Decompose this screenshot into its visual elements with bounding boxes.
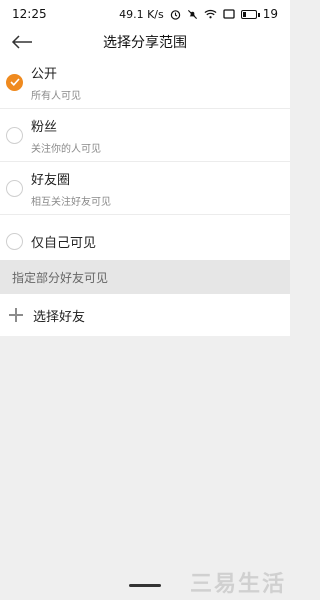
option-label: 粉丝 [31,119,58,135]
option-friends-circle[interactable]: 好友圈 相互关注好友可见 [0,162,290,215]
option-sub: 相互关注好友可见 [31,196,111,208]
screen-icon [223,9,235,19]
page-title: 选择分享范围 [103,35,187,51]
home-indicator[interactable] [129,584,161,587]
mute-icon [187,9,198,20]
wifi-icon [204,9,217,19]
option-fans[interactable]: 粉丝 关注你的人可见 [0,109,290,162]
radio-checked[interactable] [6,73,23,91]
option-label: 公开 [31,66,58,82]
battery-icon [240,9,260,19]
plus-icon [9,308,23,322]
radio-unchecked[interactable] [6,126,23,144]
watermark: 三易生活 [189,572,286,597]
option-sub: 关注你的人可见 [31,143,101,155]
radio-unchecked[interactable] [6,179,23,197]
back-button[interactable] [10,31,34,53]
network-speed: 49.1 K/s [119,7,164,21]
share-scope-list: 公开 所有人可见 粉丝 关注你的人可见 好友圈 相互关注好友可见 仅自己可见 [0,56,290,267]
option-public[interactable]: 公开 所有人可见 [0,56,290,109]
title-bar: 选择分享范围 [0,28,290,56]
check-icon [9,78,20,86]
back-arrow-icon [11,35,32,49]
status-bar: 12:25 49.1 K/s 19 [0,0,290,28]
battery-level: 19 [262,7,278,21]
alarm-icon [170,9,181,20]
option-label: 好友圈 [31,172,71,188]
option-label: 仅自己可见 [31,235,97,251]
option-sub: 所有人可见 [31,90,81,102]
section-header: 指定部分好友可见 [0,260,290,294]
status-icons: 49.1 K/s 19 [119,7,278,21]
select-friends-button[interactable]: 选择好友 [0,294,290,336]
select-friends-label: 选择好友 [33,309,86,325]
radio-unchecked[interactable] [6,232,23,250]
status-time: 12:25 [12,7,47,21]
